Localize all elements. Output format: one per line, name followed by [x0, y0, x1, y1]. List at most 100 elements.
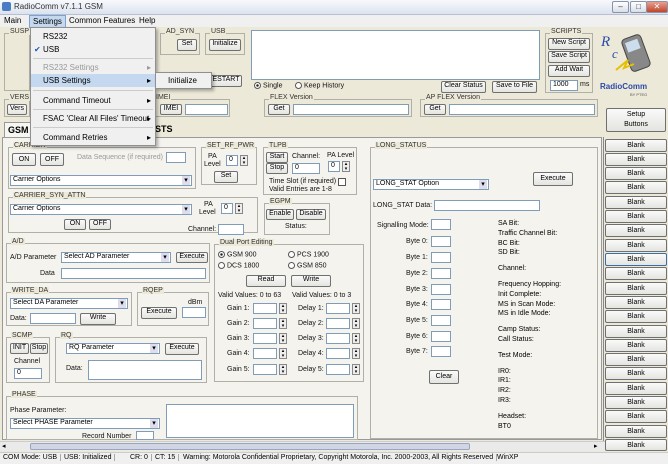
- setrf-spinner[interactable]: ▴ ▾: [240, 155, 248, 166]
- blank-button-21[interactable]: Blank: [605, 425, 667, 438]
- long-stat-option-select[interactable]: LONG_STAT Option: [373, 179, 489, 190]
- dcs1800-radio[interactable]: DCS 1800: [218, 262, 259, 269]
- minimize-button[interactable]: –: [612, 1, 629, 13]
- delay3-input[interactable]: [326, 333, 350, 344]
- csa-spinner[interactable]: ▴ ▾: [235, 203, 243, 214]
- byte5-input[interactable]: [431, 315, 451, 326]
- gain1-spinner[interactable]: ▴ ▾: [279, 303, 287, 314]
- blank-button-10[interactable]: Blank: [605, 267, 667, 280]
- flex-get-button[interactable]: Get: [268, 104, 290, 115]
- vers-button[interactable]: Vers: [7, 104, 27, 115]
- egpm-enable-button[interactable]: Enable: [266, 209, 294, 220]
- ad-execute-button[interactable]: Execute: [176, 252, 208, 263]
- blank-button-19[interactable]: Blank: [605, 396, 667, 409]
- wda-write-button[interactable]: Write: [80, 313, 116, 325]
- blank-button-18[interactable]: Blank: [605, 382, 667, 395]
- delay1-spinner[interactable]: ▴ ▾: [352, 303, 360, 314]
- egpm-disable-button[interactable]: Disable: [296, 209, 326, 220]
- csa-channel-input[interactable]: [218, 224, 244, 235]
- blank-button-14[interactable]: Blank: [605, 325, 667, 338]
- setrf-set-button[interactable]: Set: [214, 171, 238, 183]
- blank-button-9[interactable]: Blank: [605, 253, 667, 266]
- blank-button-8[interactable]: Blank: [605, 239, 667, 252]
- add-wait-button[interactable]: Add Wait: [548, 65, 590, 77]
- byte6-input[interactable]: [431, 331, 451, 342]
- blank-button-20[interactable]: Blank: [605, 410, 667, 423]
- gain3-spinner[interactable]: ▴ ▾: [279, 333, 287, 344]
- delay3-spinner[interactable]: ▴ ▾: [352, 333, 360, 344]
- pcs1900-radio[interactable]: PCS 1900: [288, 251, 329, 258]
- keep-history-radio[interactable]: Keep History: [295, 82, 344, 89]
- flex-version-input[interactable]: [293, 104, 409, 115]
- record-number-input[interactable]: [136, 431, 154, 440]
- tlpb-pa-spinner[interactable]: ▴ ▾: [342, 161, 350, 172]
- blank-button-22[interactable]: Blank: [605, 439, 667, 451]
- csa-level-input[interactable]: 0: [221, 203, 233, 214]
- delay4-spinner[interactable]: ▴ ▾: [352, 348, 360, 359]
- byte1-input[interactable]: [431, 252, 451, 263]
- blank-button-2[interactable]: Blank: [605, 153, 667, 166]
- long-status-execute-button[interactable]: Execute: [533, 172, 573, 186]
- blank-button-12[interactable]: Blank: [605, 296, 667, 309]
- blank-button-13[interactable]: Blank: [605, 310, 667, 323]
- carrier-off-button[interactable]: OFF: [40, 153, 64, 166]
- gain5-input[interactable]: [253, 364, 277, 375]
- tlpb-channel-input[interactable]: 0: [292, 163, 320, 174]
- clear-status-button[interactable]: Clear Status: [441, 81, 486, 93]
- gsm900-radio[interactable]: GSM 900: [218, 251, 257, 258]
- gain5-spinner[interactable]: ▴ ▾: [279, 364, 287, 375]
- new-script-button[interactable]: New Script: [548, 38, 590, 50]
- initialize-button[interactable]: Initialize: [209, 39, 241, 51]
- long-status-clear-button[interactable]: Clear: [429, 370, 459, 384]
- gain2-input[interactable]: [253, 318, 277, 329]
- menu-item-command-retries[interactable]: Command Retries ▸: [31, 131, 155, 144]
- csa-options-select[interactable]: Carrier Options: [10, 204, 192, 215]
- long-stat-data-input[interactable]: [434, 200, 540, 211]
- restart-button[interactable]: ESTART: [210, 75, 242, 87]
- da-parameter-select[interactable]: Select DA Parameter: [10, 298, 128, 309]
- menu-item-fsac-timeout[interactable]: FSAC 'Clear All Files' Timeout ▸: [31, 112, 155, 125]
- byte3-input[interactable]: [431, 284, 451, 295]
- imei-input[interactable]: [185, 104, 228, 115]
- blank-button-11[interactable]: Blank: [605, 282, 667, 295]
- horizontal-scrollbar[interactable]: ◂ ▸: [0, 441, 605, 451]
- blank-button-7[interactable]: Blank: [605, 224, 667, 237]
- setup-buttons-button[interactable]: Setup Buttons: [606, 108, 666, 132]
- imei-button[interactable]: IMEI: [160, 104, 182, 115]
- scroll-left-icon[interactable]: ◂: [2, 442, 6, 450]
- rq-parameter-select[interactable]: RQ Parameter: [66, 343, 160, 354]
- rqep-dbm-input[interactable]: [182, 307, 206, 318]
- scmp-stop-button[interactable]: Stop: [30, 343, 48, 354]
- byte7-input[interactable]: [431, 346, 451, 357]
- gain3-input[interactable]: [253, 333, 277, 344]
- delay4-input[interactable]: [326, 348, 350, 359]
- dualport-read-button[interactable]: Read: [246, 275, 286, 287]
- menu-item-usb-settings[interactable]: USB Settings ▸: [31, 74, 155, 87]
- ad-parameter-select[interactable]: Select AD Parameter: [61, 252, 171, 263]
- gain1-input[interactable]: [253, 303, 277, 314]
- ap-flex-get-button[interactable]: Get: [424, 104, 446, 115]
- dualport-write-button[interactable]: Write: [291, 275, 331, 287]
- carrier-on-button[interactable]: ON: [12, 153, 36, 166]
- ad-data-input[interactable]: [61, 268, 206, 279]
- delay5-spinner[interactable]: ▴ ▾: [352, 364, 360, 375]
- byte4-input[interactable]: [431, 299, 451, 310]
- data-sequence-input[interactable]: [166, 152, 186, 163]
- menu-item-rs232-settings[interactable]: RS232 Settings ▸: [31, 61, 155, 74]
- csa-on-button[interactable]: ON: [64, 219, 86, 230]
- scmp-channel-input[interactable]: 0: [14, 368, 42, 379]
- phase-output-textarea[interactable]: [166, 404, 354, 438]
- delay2-input[interactable]: [326, 318, 350, 329]
- blank-button-4[interactable]: Blank: [605, 181, 667, 194]
- scroll-right-icon[interactable]: ▸: [594, 442, 598, 450]
- csa-off-button[interactable]: OFF: [89, 219, 111, 230]
- blank-button-5[interactable]: Blank: [605, 196, 667, 209]
- tlpb-stop-button[interactable]: Stop: [266, 163, 288, 174]
- delay5-input[interactable]: [326, 364, 350, 375]
- gain4-spinner[interactable]: ▴ ▾: [279, 348, 287, 359]
- set-button-top[interactable]: Set: [177, 39, 197, 51]
- rq-data-textarea[interactable]: [88, 360, 202, 380]
- byte2-input[interactable]: [431, 268, 451, 279]
- menu-item-usb[interactable]: ✔ USB: [31, 43, 155, 56]
- blank-button-15[interactable]: Blank: [605, 339, 667, 352]
